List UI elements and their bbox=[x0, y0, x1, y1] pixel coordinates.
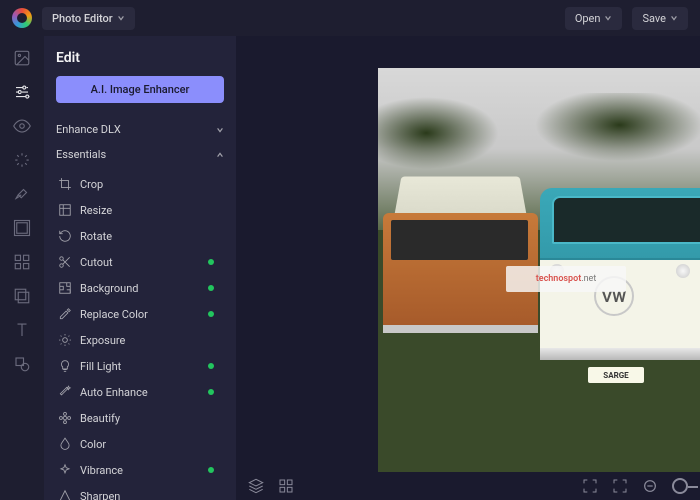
license-plate: SARGE bbox=[588, 367, 644, 383]
triangle-icon bbox=[58, 489, 72, 500]
tool-sharpen[interactable]: Sharpen bbox=[56, 483, 224, 500]
open-label: Open bbox=[575, 12, 601, 25]
tool-label: Rotate bbox=[80, 230, 112, 243]
overlay-icon[interactable] bbox=[12, 286, 32, 306]
app-title-label: Photo Editor bbox=[52, 12, 113, 25]
rotate-icon bbox=[58, 229, 72, 243]
section-enhance-dlx[interactable]: Enhance DLX bbox=[56, 117, 224, 142]
tool-label: Fill Light bbox=[80, 360, 121, 373]
chevron-down-icon bbox=[604, 14, 612, 22]
flower-icon bbox=[58, 411, 72, 425]
edit-sidebar: Edit A.I. Image Enhancer Enhance DLX Ess… bbox=[44, 36, 236, 500]
tool-label: Auto Enhance bbox=[80, 386, 148, 399]
tool-label: Sharpen bbox=[80, 490, 120, 500]
topbar: Photo Editor Open Save bbox=[0, 0, 700, 36]
premium-badge bbox=[208, 467, 214, 473]
premium-badge bbox=[208, 311, 214, 317]
chevron-down-icon bbox=[216, 126, 224, 134]
essentials-tool-list: Crop Resize Rotate Cutout Background Rep… bbox=[56, 171, 224, 500]
crop-icon bbox=[58, 177, 72, 191]
premium-badge bbox=[208, 389, 214, 395]
zoom-slider[interactable] bbox=[672, 478, 688, 494]
tool-color[interactable]: Color bbox=[56, 431, 224, 457]
grid-icon[interactable] bbox=[12, 252, 32, 272]
tool-label: Crop bbox=[80, 178, 103, 191]
chevron-up-icon bbox=[216, 151, 224, 159]
tool-fill-light[interactable]: Fill Light bbox=[56, 353, 224, 379]
save-label: Save bbox=[642, 12, 666, 25]
tool-crop[interactable]: Crop bbox=[56, 171, 224, 197]
text-icon[interactable] bbox=[12, 320, 32, 340]
tool-label: Exposure bbox=[80, 334, 125, 347]
tool-label: Resize bbox=[80, 204, 112, 217]
bulb-icon bbox=[58, 359, 72, 373]
tool-vibrance[interactable]: Vibrance bbox=[56, 457, 224, 483]
tool-auto-enhance[interactable]: Auto Enhance bbox=[56, 379, 224, 405]
tool-exposure[interactable]: Exposure bbox=[56, 327, 224, 353]
tool-label: Beautify bbox=[80, 412, 120, 425]
tool-label: Cutout bbox=[80, 256, 113, 269]
tool-resize[interactable]: Resize bbox=[56, 197, 224, 223]
droplet-icon bbox=[58, 437, 72, 451]
section-essentials[interactable]: Essentials bbox=[56, 142, 224, 167]
cutout-icon bbox=[58, 255, 72, 269]
sparkle-icon bbox=[58, 463, 72, 477]
ai-enhancer-button[interactable]: A.I. Image Enhancer bbox=[56, 76, 224, 103]
canvas-bottombar bbox=[236, 472, 700, 500]
app-logo-icon bbox=[12, 8, 32, 28]
eye-icon[interactable] bbox=[12, 116, 32, 136]
tool-label: Vibrance bbox=[80, 464, 123, 477]
fullscreen-icon[interactable] bbox=[582, 478, 598, 494]
tool-label: Replace Color bbox=[80, 308, 148, 321]
open-button[interactable]: Open bbox=[565, 7, 623, 30]
grid-view-icon[interactable] bbox=[278, 478, 294, 494]
background-icon bbox=[58, 281, 72, 295]
watermark: technospot.net bbox=[506, 266, 626, 292]
tool-background[interactable]: Background bbox=[56, 275, 224, 301]
frame-icon[interactable] bbox=[12, 218, 32, 238]
tool-cutout[interactable]: Cutout bbox=[56, 249, 224, 275]
chevron-down-icon bbox=[670, 14, 678, 22]
premium-badge bbox=[208, 285, 214, 291]
tool-label: Color bbox=[80, 438, 106, 451]
sun-icon bbox=[58, 333, 72, 347]
shape-icon[interactable] bbox=[12, 354, 32, 374]
app-title-button[interactable]: Photo Editor bbox=[42, 7, 135, 30]
layers-icon[interactable] bbox=[248, 478, 264, 494]
chevron-down-icon bbox=[117, 14, 125, 22]
wand-icon bbox=[58, 385, 72, 399]
sidebar-title: Edit bbox=[56, 50, 224, 66]
tool-rail bbox=[0, 36, 44, 500]
sliders-icon[interactable] bbox=[12, 82, 32, 102]
zoom-out-icon[interactable] bbox=[642, 478, 658, 494]
sparkle-icon[interactable] bbox=[12, 150, 32, 170]
dropper-icon bbox=[58, 307, 72, 321]
fit-screen-icon[interactable] bbox=[612, 478, 628, 494]
image-icon[interactable] bbox=[12, 48, 32, 68]
save-button[interactable]: Save bbox=[632, 7, 688, 30]
premium-badge bbox=[208, 363, 214, 369]
section-label: Essentials bbox=[56, 148, 106, 161]
tool-beautify[interactable]: Beautify bbox=[56, 405, 224, 431]
premium-badge bbox=[208, 259, 214, 265]
section-label: Enhance DLX bbox=[56, 123, 121, 136]
brush-icon[interactable] bbox=[12, 184, 32, 204]
resize-icon bbox=[58, 203, 72, 217]
tool-replace-color[interactable]: Replace Color bbox=[56, 301, 224, 327]
tool-label: Background bbox=[80, 282, 138, 295]
tool-rotate[interactable]: Rotate bbox=[56, 223, 224, 249]
canvas-area: VW SARGE technospot.net bbox=[236, 36, 700, 500]
